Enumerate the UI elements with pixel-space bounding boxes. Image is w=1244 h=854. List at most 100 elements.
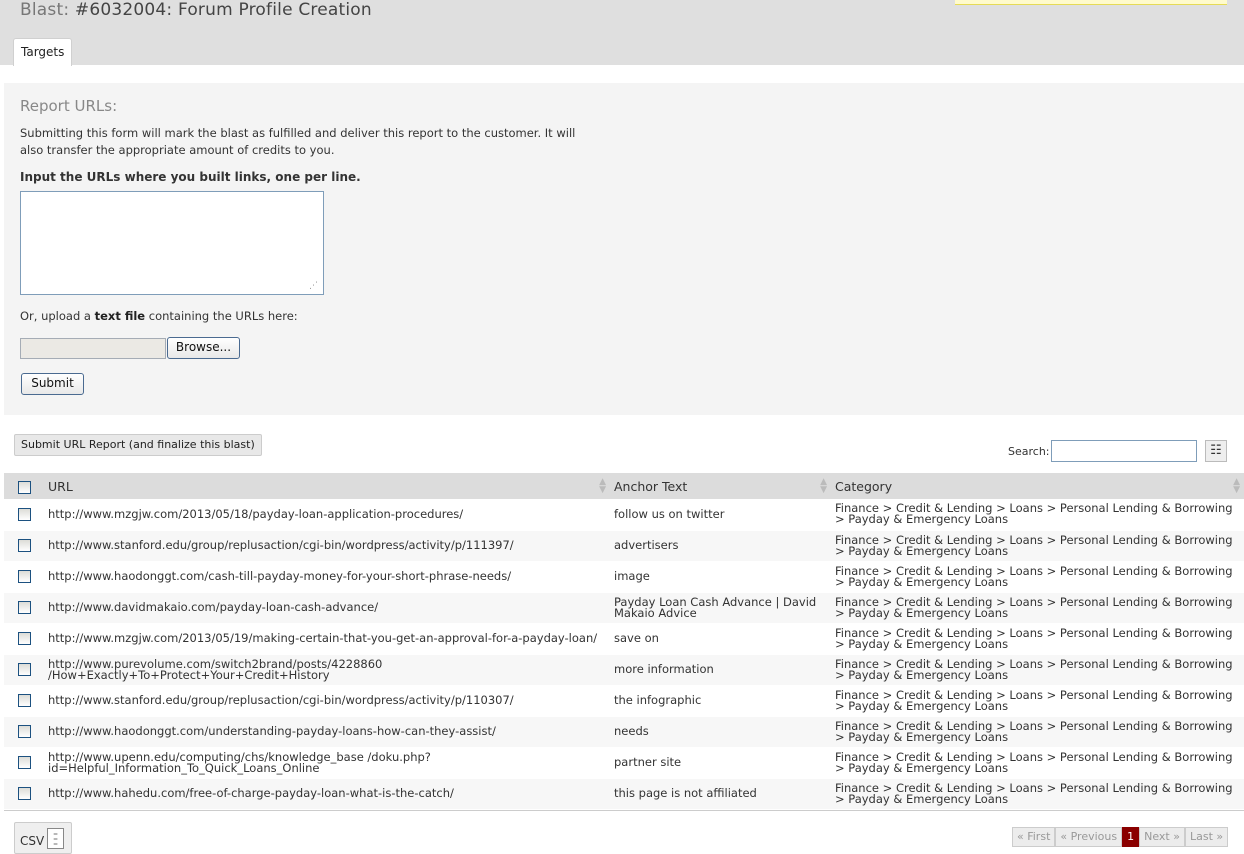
row-checkbox[interactable] (17, 756, 31, 769)
table-header-row: URL ▲ ▼ Anchor Text ▲ ▼ Category ▲ ▼ (4, 473, 1244, 499)
category-cell: Finance > Credit & Lending > Loans > Per… (835, 563, 1233, 589)
browse-button[interactable]: Browse... (167, 337, 240, 359)
url-cell: http://www.stanford.edu/group/replusacti… (48, 693, 514, 707)
row-checkbox-cell (4, 499, 44, 530)
table-row: http://www.haodonggt.com/cash-till-payda… (4, 561, 1244, 592)
search-input[interactable] (1051, 440, 1197, 462)
table-row: http://www.mzgjw.com/2013/05/19/making-c… (4, 623, 1244, 654)
report-heading: Report URLs: (20, 97, 118, 115)
tab-targets[interactable]: Targets (13, 38, 73, 66)
sort-arrows-icon: ▲ ▼ (1233, 477, 1240, 495)
url-cell: http://www.purevolume.com/switch2brand/p… (48, 656, 383, 682)
select-all-cell (4, 473, 44, 499)
submit-button[interactable]: Submit (21, 373, 84, 395)
category-cell: Finance > Credit & Lending > Loans > Per… (835, 780, 1233, 806)
anchor-text-cell: needs (614, 724, 649, 738)
upload-label: Or, upload a text file containing the UR… (20, 309, 298, 323)
page-title: Blast: #6032004: Forum Profile Creation (20, 0, 372, 20)
row-checkbox-cell (4, 716, 44, 747)
table-row: http://www.davidmakaio.com/payday-loan-c… (4, 592, 1244, 623)
page-title-text: #6032004: Forum Profile Creation (74, 0, 372, 20)
notice-box (955, 0, 1227, 5)
pager-previous[interactable]: « Previous (1055, 827, 1123, 847)
row-checkbox-cell (4, 654, 44, 685)
row-checkbox[interactable] (17, 601, 31, 614)
category-cell: Finance > Credit & Lending > Loans > Per… (835, 656, 1233, 682)
row-checkbox[interactable] (17, 725, 31, 738)
table-row: http://www.stanford.edu/group/replusacti… (4, 530, 1244, 561)
row-checkbox[interactable] (17, 632, 31, 645)
column-header-category[interactable]: Category ▲ ▼ (831, 473, 1244, 499)
row-checkbox-cell (4, 747, 44, 778)
url-cell: http://www.haodonggt.com/understanding-p… (48, 724, 496, 738)
row-checkbox-cell (4, 530, 44, 561)
url-cell: http://www.mzgjw.com/2013/05/18/payday-l… (48, 506, 464, 521)
urls-textarea[interactable] (20, 191, 324, 295)
select-all-checkbox[interactable] (17, 480, 31, 494)
document-icon: ═ ═ ═ (47, 828, 64, 849)
row-checkbox[interactable] (17, 694, 31, 707)
row-checkbox[interactable] (17, 539, 31, 552)
category-cell: Finance > Credit & Lending > Loans > Per… (835, 532, 1233, 558)
anchor-text-cell: partner site (614, 755, 682, 769)
anchor-text-cell: follow us on twitter (614, 506, 725, 521)
row-checkbox-cell (4, 685, 44, 716)
url-cell: http://www.hahedu.com/free-of-charge-pay… (48, 786, 454, 800)
row-checkbox-cell (4, 561, 44, 592)
column-header-url-label: URL (48, 478, 73, 494)
pagination: « First « Previous 1 Next » Last » (1012, 827, 1229, 847)
anchor-text-cell: more information (614, 662, 714, 676)
anchor-text-cell: this page is not affiliated (614, 786, 757, 800)
csv-export-button[interactable]: CSV ═ ═ ═ (14, 822, 72, 854)
category-cell: Finance > Credit & Lending > Loans > Per… (835, 687, 1233, 713)
column-header-anchor[interactable]: Anchor Text ▲ ▼ (610, 473, 831, 499)
column-header-url[interactable]: URL ▲ ▼ (44, 473, 610, 499)
table-row: http://www.purevolume.com/switch2brand/p… (4, 654, 1244, 685)
url-cell: http://www.mzgjw.com/2013/05/19/making-c… (48, 631, 598, 645)
csv-label: CSV (20, 834, 45, 848)
urls-input-label: Input the URLs where you built links, on… (20, 170, 361, 184)
url-cell: http://www.upenn.edu/computing/chs/knowl… (48, 749, 431, 775)
resize-grip-icon[interactable]: ⋰ (309, 280, 321, 292)
sort-arrows-icon: ▲ ▼ (599, 477, 606, 495)
column-header-anchor-label: Anchor Text (614, 478, 688, 494)
finalize-report-button[interactable]: Submit URL Report (and finalize this bla… (14, 434, 262, 456)
row-checkbox[interactable] (17, 663, 31, 676)
upload-label-bold: text file (94, 309, 146, 323)
table-row: http://www.hahedu.com/free-of-charge-pay… (4, 778, 1244, 809)
pager-next[interactable]: Next » (1139, 827, 1185, 847)
row-checkbox-cell (4, 592, 44, 623)
category-cell: Finance > Credit & Lending > Loans > Per… (835, 594, 1233, 620)
row-checkbox[interactable] (17, 507, 31, 521)
row-checkbox[interactable] (17, 787, 31, 800)
urls-table: URL ▲ ▼ Anchor Text ▲ ▼ Category ▲ ▼ http://ww… (4, 473, 1244, 810)
pager-first[interactable]: « First (1012, 827, 1056, 847)
anchor-text-cell: Payday Loan Cash Advance | David Makaio … (614, 594, 817, 620)
pager-last[interactable]: Last » (1184, 827, 1229, 847)
row-checkbox[interactable] (17, 570, 31, 583)
sort-arrows-icon: ▲ ▼ (820, 477, 827, 495)
category-cell: Finance > Credit & Lending > Loans > Per… (835, 625, 1233, 651)
report-description: Submitting this form will mark the blast… (20, 126, 576, 157)
upload-label-suffix: containing the URLs here: (148, 309, 298, 323)
category-cell: Finance > Credit & Lending > Loans > Per… (835, 501, 1233, 527)
file-path-field[interactable] (20, 338, 166, 359)
category-cell: Finance > Credit & Lending > Loans > Per… (835, 718, 1233, 744)
pager-current[interactable]: 1 (1122, 827, 1140, 847)
column-header-category-label: Category (835, 478, 893, 494)
url-cell: http://www.stanford.edu/group/replusacti… (48, 538, 514, 552)
row-checkbox-cell (4, 623, 44, 654)
table-row: http://www.stanford.edu/group/replusacti… (4, 685, 1244, 716)
anchor-text-cell: advertisers (614, 538, 679, 552)
table-row: http://www.mzgjw.com/2013/05/18/payday-l… (4, 499, 1244, 530)
page-title-label: Blast: (20, 0, 70, 20)
columns-icon[interactable]: ☷ (1205, 440, 1227, 462)
upload-label-prefix: Or, upload a (20, 309, 91, 323)
table-row: http://www.upenn.edu/computing/chs/knowl… (4, 747, 1244, 778)
search-label: Search: (1008, 445, 1050, 458)
anchor-text-cell: image (614, 569, 650, 583)
url-cell: http://www.haodonggt.com/cash-till-payda… (48, 569, 512, 583)
url-cell: http://www.davidmakaio.com/payday-loan-c… (48, 600, 379, 614)
table-row: http://www.haodonggt.com/understanding-p… (4, 716, 1244, 747)
anchor-text-cell: the infographic (614, 693, 702, 707)
